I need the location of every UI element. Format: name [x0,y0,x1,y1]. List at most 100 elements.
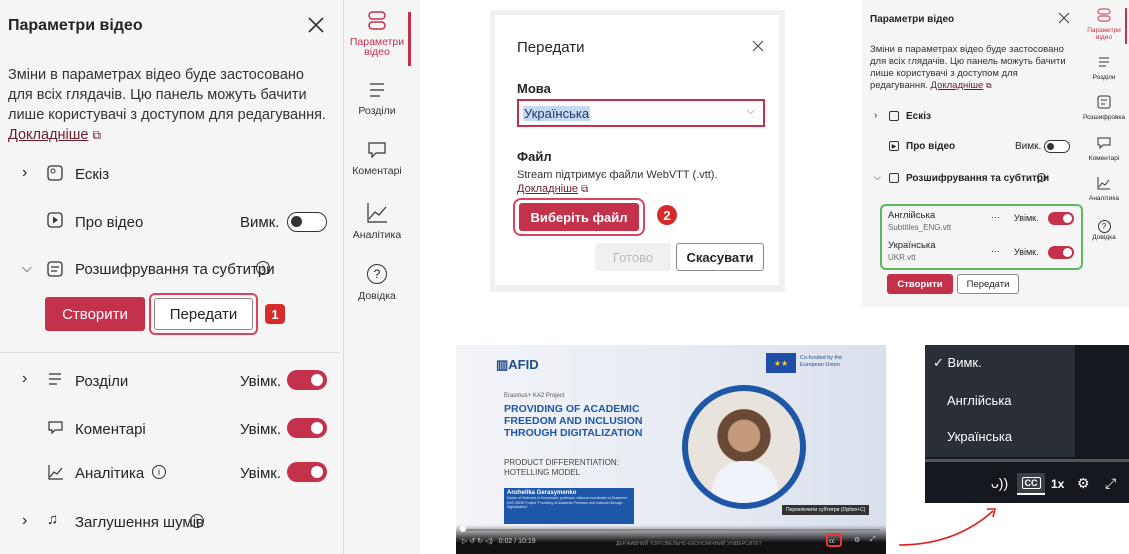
chapters-state: Увімк. [240,373,282,390]
image-icon [889,111,899,121]
rail-rewind-label: Розшифровка [1082,114,1126,121]
speaker-box: Anzhelika Gerasymenko Doctor of Sciences… [504,488,634,524]
learn-more-link[interactable]: Докладніше [931,80,984,91]
rail-comments-label: Коментарі [1088,155,1120,162]
upload-button[interactable]: Передати [957,274,1019,294]
analytics-toggle[interactable] [287,462,327,482]
slide-subheading: PRODUCT DIFFERENTIATION: HOTELLING MODEL [504,458,619,477]
rail-video-settings[interactable]: Параметри відео [348,10,406,57]
file-label: Файл [517,149,552,164]
rail-chapters[interactable]: Розділи [348,80,406,117]
panel-title: Параметри відео [870,14,955,25]
info-icon: i [190,514,204,528]
subtitle-file: Subtitles_ENG.vtt [888,223,952,232]
list-icon [1099,57,1109,67]
play-icon[interactable]: ▷ [462,538,467,545]
create-button[interactable]: Створити [887,274,953,294]
menu-item-uk[interactable]: Українська [947,429,1012,444]
external-link-icon: ⧉ [92,128,102,142]
rail-rewind[interactable]: Розшифровка [1080,95,1128,121]
rail-chapters[interactable]: Розділи [1084,55,1124,81]
menu-item-en[interactable]: Англійська [947,393,1012,408]
rail-help[interactable]: ? Довідка [345,264,409,302]
chart-icon [1097,177,1110,190]
video-icon [47,212,63,228]
chapters-row[interactable]: › Розділи Увімк. [0,366,340,396]
volume-icon[interactable]: ◁) [485,538,493,545]
rail-comments[interactable]: Коментарі [345,140,409,177]
done-button[interactable]: Готово [595,243,671,271]
comments-toggle[interactable] [287,418,327,438]
subtitles-list: Англійська Subtitles_ENG.vtt ··· Увімк. … [880,204,1083,270]
rewind-icon[interactable]: ↺ [469,538,475,545]
rail-analytics[interactable]: Аналітика [1080,176,1128,202]
captions-menu-crop: ✓ Вимк. Англійська Українська ᴗ)) CC 1x … [925,345,1129,503]
speaker-name: Anzhelika Gerasymenko [507,490,577,496]
upload-dialog: Передати Мова Українська ⌵ Файл Stream п… [495,15,779,285]
more-icon[interactable]: ··· [991,212,1000,222]
create-button[interactable]: Створити [45,297,145,331]
transcripts-row[interactable]: ⌵ Розшифрування та субтитри i [0,255,340,285]
audio-description-icon[interactable]: ᴗ)) [991,475,1008,491]
rail-help[interactable]: ? Довідка [1080,216,1128,241]
comments-row: Коментарі Увімк. [0,414,340,444]
rail-comments[interactable]: Коментарі [1080,136,1128,162]
subtitle-state: Увімк. [1014,247,1039,257]
cc-label: CC [1021,477,1041,489]
close-icon[interactable] [303,12,329,38]
rail-video-settings-label: Параметри відео [1087,27,1121,41]
step-badge-2: 2 [657,205,677,225]
speaker-photo [682,385,806,509]
menu-off-label: Вимк. [947,355,982,370]
thumbnail-row[interactable]: › Ескіз [862,108,1077,128]
cc-icon[interactable]: ㏄ [829,536,835,545]
subtitle-toggle-uk[interactable] [1048,246,1074,259]
comments-label: Коментарі [75,421,146,438]
transcript-icon [1097,95,1111,109]
check-icon: ✓ [933,355,944,370]
settings-icon[interactable]: ⚙ [1077,475,1090,492]
progress-handle[interactable] [460,526,466,532]
about-row: Про відео Вимк. [0,206,340,236]
rail-video-settings[interactable]: Параметри відео [1084,8,1124,41]
menu-item-off[interactable]: ✓ Вимк. [933,355,982,371]
subtitle-toggle-en[interactable] [1048,212,1074,225]
fullscreen-icon[interactable]: ⤢ [870,536,876,544]
learn-more-link[interactable]: Докладніше [517,183,578,195]
about-label: Про відео [75,214,144,231]
language-select[interactable]: Українська ⌵ [517,99,765,127]
about-toggle[interactable] [1044,140,1070,153]
chevron-right-icon: › [22,370,28,387]
learn-more-link[interactable]: Докладніше [8,127,88,143]
settings-icon[interactable]: ⚙ [854,536,860,544]
video-progress[interactable] [925,459,1129,462]
video-icon: ▶ [889,141,899,151]
more-icon[interactable]: ··· [991,246,1000,256]
chapters-toggle[interactable] [287,370,327,390]
description-text: Зміни в параметрах відео буде застосован… [8,67,327,123]
upload-dialog-frame: Передати Мова Українська ⌵ Файл Stream п… [490,10,785,292]
about-toggle[interactable] [287,212,327,232]
rail-analytics[interactable]: Аналітика [345,202,409,241]
video-player[interactable]: ▥AFID ★★ Co-funded by the European Union… [456,345,886,554]
progress-track[interactable] [462,529,880,531]
close-icon[interactable] [749,37,767,55]
cancel-button[interactable]: Скасувати [676,243,764,271]
close-icon[interactable] [1058,12,1070,24]
fullscreen-icon[interactable]: ⤢ [1105,475,1116,492]
forward-icon[interactable]: ↻ [477,538,483,545]
curved-arrow [898,508,997,546]
transcripts-row[interactable]: ⌵ Розшифрування та субтитри i [862,170,1077,190]
thumbnail-row[interactable]: › Ескіз [0,160,340,190]
upload-button[interactable]: Передати [154,298,253,330]
subtitle-lang: Англійська [888,210,936,221]
info-icon: i [152,465,166,479]
noise-suppression-icon: ♫ [47,511,59,528]
cc-button[interactable]: CC [1017,473,1045,495]
analytics-state: Увімк. [240,465,282,482]
rail-comments-label: Коментарі [352,165,402,177]
speed-button[interactable]: 1x [1051,477,1064,491]
afid-logo: ▥AFID [496,357,539,372]
noise-row[interactable]: › ♫ Заглушення шумів i [0,508,340,538]
choose-file-button[interactable]: Виберіть файл [519,203,639,231]
